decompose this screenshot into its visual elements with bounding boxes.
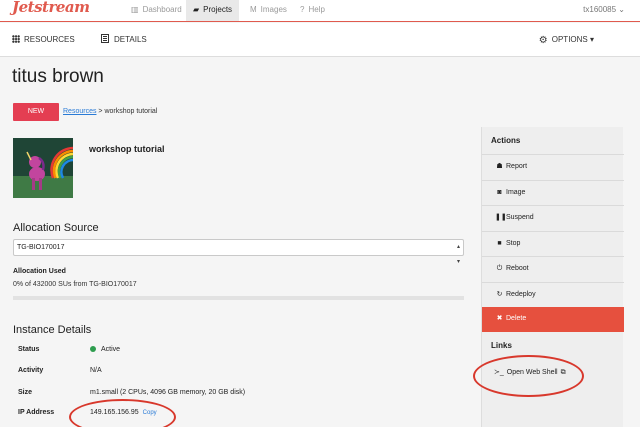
close-icon: ✖ <box>496 315 503 322</box>
instance-details-title: Instance Details <box>13 324 92 336</box>
nav-images-label: Images <box>260 5 287 14</box>
bar-chart-icon: ▥ <box>131 5 139 14</box>
document-icon <box>101 34 109 43</box>
activity-label: Activity <box>18 367 44 374</box>
nav-projects-label: Projects <box>203 5 233 14</box>
nav-help-label: Help <box>308 5 325 14</box>
grid-icon <box>12 35 20 43</box>
suspend-button[interactable]: ❚❚Suspend <box>482 205 624 230</box>
redeploy-icon: ↻ <box>496 291 503 298</box>
size-label: Size <box>18 389 33 396</box>
select-arrows-icon: ▴ ▾ <box>456 244 460 265</box>
size-value: m1.small (2 CPUs, 4096 GB memory, 20 GB … <box>90 389 246 396</box>
annotation-circle-web-shell <box>473 355 584 397</box>
nav-images[interactable]: M Images <box>243 0 294 21</box>
new-button[interactable]: NEW <box>13 103 59 121</box>
links-heading: Links <box>491 341 512 350</box>
power-icon: ⏻ <box>496 265 503 272</box>
status-dot-icon <box>90 346 96 352</box>
image-label: Image <box>506 189 526 196</box>
help-icon: ? <box>300 5 305 14</box>
folder-icon: ▰ <box>193 5 200 14</box>
allocation-used-value: 0% of 432000 SUs from TG-BIO170017 <box>13 281 137 288</box>
redeploy-button[interactable]: ↻ Redeploy <box>482 282 624 307</box>
allocation-source-select[interactable]: TG-BIO170017 ▴ ▾ <box>13 239 464 265</box>
page-title: titus brown <box>12 66 104 87</box>
report-button[interactable]: ☗ Report <box>482 154 624 179</box>
allocation-progress-bar <box>13 296 464 300</box>
tab-details[interactable]: DETAILS <box>101 23 147 57</box>
project-name: workshop tutorial <box>89 144 165 154</box>
nav-projects[interactable]: ▰ Projects <box>186 0 240 21</box>
annotation-circle-ip-address <box>69 399 176 427</box>
allocation-source-title: Allocation Source <box>13 222 99 234</box>
gear-icon: ⚙ <box>538 35 548 46</box>
status-label: Status <box>18 346 40 353</box>
stop-button[interactable]: ■ Stop <box>482 231 624 256</box>
tab-resources[interactable]: RESOURCES <box>12 23 75 57</box>
report-icon: ☗ <box>496 163 503 170</box>
camera-icon: ◙ <box>497 189 502 196</box>
jetstream-logo[interactable]: Jetstream <box>12 0 90 16</box>
pause-icon: ❚❚ <box>495 214 507 221</box>
stop-label: Stop <box>506 240 521 247</box>
redeploy-label: Redeploy <box>506 291 536 298</box>
report-label: Report <box>506 163 528 170</box>
status-value: Active <box>101 346 121 353</box>
allocation-used-label: Allocation Used <box>13 268 66 275</box>
tab-resources-label: RESOURCES <box>24 35 75 44</box>
user-menu[interactable]: tx160085 ⌄ <box>583 0 625 20</box>
image-button[interactable]: ◙ Image <box>482 180 624 205</box>
delete-label: Delete <box>506 315 527 322</box>
project-image <box>13 138 73 198</box>
suspend-label: Suspend <box>506 214 534 221</box>
reboot-button[interactable]: ⏻ Reboot <box>482 256 624 281</box>
breadcrumb: Resources > workshop tutorial <box>63 108 157 115</box>
status-value-wrap: Active <box>90 346 120 353</box>
options-label: OPTIONS ▾ <box>551 35 594 44</box>
breadcrumb-current: > workshop tutorial <box>96 108 158 115</box>
stop-icon: ■ <box>497 240 502 247</box>
allocation-source-selected: TG-BIO170017 <box>17 244 65 251</box>
delete-button[interactable]: ✖ Delete <box>482 307 624 332</box>
images-icon: M <box>250 5 257 14</box>
actions-heading: Actions <box>491 136 521 145</box>
options-menu[interactable]: ⚙ OPTIONS ▾ <box>539 23 594 58</box>
breadcrumb-resources-link[interactable]: Resources <box>63 108 96 115</box>
activity-value: N/A <box>90 367 102 374</box>
rainbow-unicorn-image <box>13 138 73 198</box>
sub-nav: RESOURCES DETAILS ⚙ OPTIONS ▾ <box>0 23 640 57</box>
top-nav: Jetstream ▥ Dashboard ▰ Projects M Images ?… <box>0 0 640 22</box>
nav-dashboard-label: Dashboard <box>142 5 182 14</box>
nav-dashboard[interactable]: ▥ Dashboard <box>124 0 189 21</box>
tab-details-label: DETAILS <box>114 35 147 44</box>
reboot-label: Reboot <box>506 265 529 272</box>
nav-help[interactable]: ? Help <box>293 0 332 21</box>
